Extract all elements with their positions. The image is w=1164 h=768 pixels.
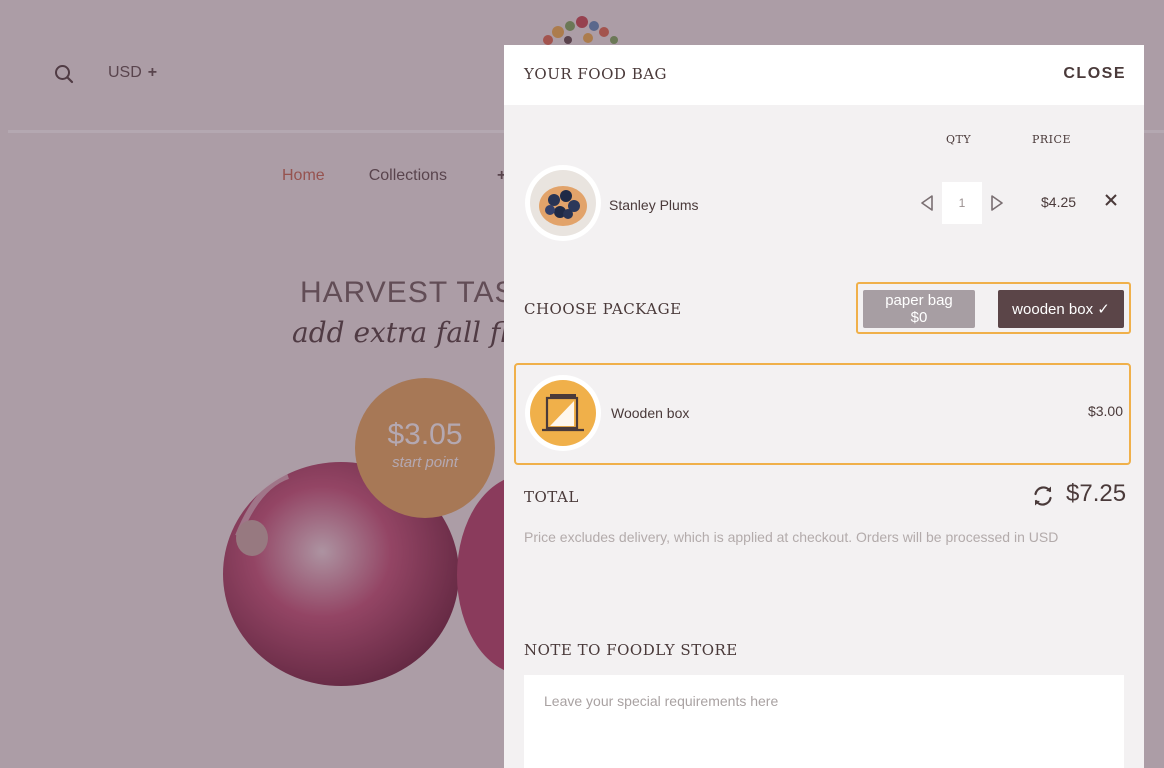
close-x-icon[interactable]	[1103, 192, 1119, 208]
package-thumbnail	[525, 375, 601, 451]
selected-package-card: Wooden box $3.00	[514, 363, 1131, 465]
cart-title: YOUR FOOD BAG	[524, 65, 668, 83]
note-textarea[interactable]	[524, 675, 1124, 768]
wooden-box-icon	[530, 380, 596, 446]
product-thumbnail	[525, 165, 601, 241]
triangle-right-icon[interactable]	[990, 195, 1004, 211]
cart-panel: YOUR FOOD BAG CLOSE QTY PRICE Stanley Pl…	[504, 45, 1144, 768]
choose-package-label: CHOOSE PACKAGE	[524, 300, 682, 318]
quantity-input[interactable]	[942, 182, 982, 224]
total-amount: $7.25	[1066, 480, 1127, 507]
package-name: Wooden box	[611, 405, 690, 421]
price-column-header: PRICE	[1032, 133, 1071, 146]
delivery-note: Price excludes delivery, which is applie…	[524, 529, 1059, 545]
qty-column-header: QTY	[946, 133, 972, 146]
package-selector: paper bag $0 wooden box ✓	[856, 282, 1131, 334]
note-label: NOTE TO FOODLY STORE	[524, 641, 738, 659]
refresh-icon[interactable]	[1032, 485, 1054, 507]
total-label: TOTAL	[524, 488, 579, 506]
paper-bag-button[interactable]: paper bag $0	[863, 290, 975, 328]
close-button[interactable]: CLOSE	[1063, 65, 1126, 83]
product-name[interactable]: Stanley Plums	[609, 197, 698, 213]
package-price: $3.00	[1087, 403, 1123, 419]
plums-image	[530, 170, 596, 236]
product-price: $4.25	[1041, 194, 1077, 210]
cart-header: YOUR FOOD BAG CLOSE	[504, 45, 1144, 105]
wooden-box-button[interactable]: wooden box ✓	[998, 290, 1124, 328]
triangle-left-icon[interactable]	[920, 195, 934, 211]
